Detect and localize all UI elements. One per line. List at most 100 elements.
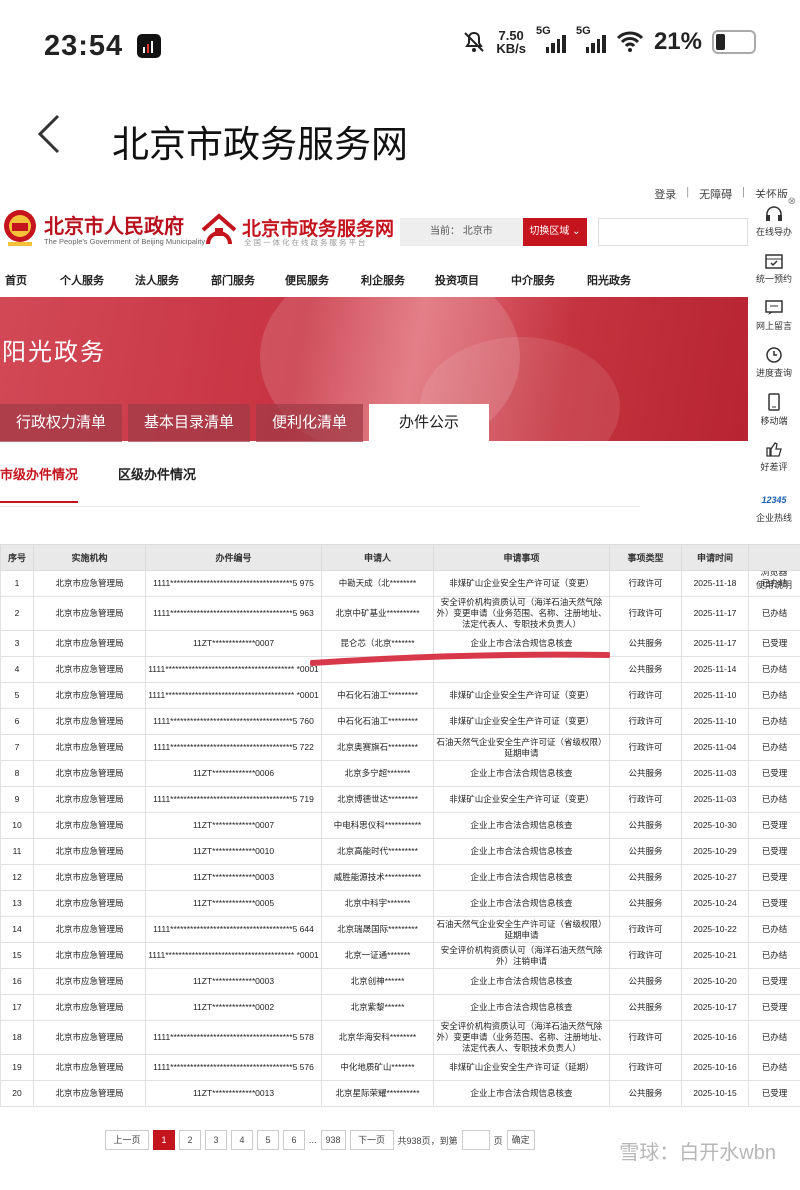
subtab-district-level[interactable]: 区级办件情况 xyxy=(118,464,196,503)
sidebar-message[interactable]: 网上留言 xyxy=(748,292,800,339)
sidebar-mobile[interactable]: 移动端 xyxy=(748,386,800,433)
table-row[interactable]: 20 北京市应急管理局 11ZT*************0013 北京星际荣耀***… xyxy=(0,1080,800,1107)
sidebar-appointment[interactable]: 统一预约 xyxy=(748,245,800,292)
cell-agency: 北京市应急管理局 xyxy=(33,630,146,657)
cell-date: 2025-10-30 xyxy=(681,812,749,839)
nav-legal-person[interactable]: 法人服务 xyxy=(135,266,211,296)
cell-index: 20 xyxy=(0,1080,34,1107)
signal-5g-2-icon: 5G xyxy=(576,25,606,53)
cell-case-no: 1111************************************… xyxy=(145,656,322,683)
col-matter: 申请事项 xyxy=(433,544,610,571)
table-row[interactable]: 1 北京市应急管理局 1111***************************… xyxy=(0,570,800,597)
switch-region-button[interactable]: 切换区域 ⌄ xyxy=(523,218,587,246)
cell-type: 公共服务 xyxy=(609,760,682,787)
page-4[interactable]: 4 xyxy=(231,1130,253,1150)
cell-status: 已受理 xyxy=(748,630,800,657)
gov-name[interactable]: 北京市人民政府 xyxy=(44,210,184,239)
nav-sunshine-gov[interactable]: 阳光政务 xyxy=(587,266,657,296)
cell-case-no: 1111************************************… xyxy=(145,734,322,761)
cell-matter: 安全评价机构资质认可（海洋石油天然气除外）注销申请 xyxy=(433,942,610,969)
nav-convenience[interactable]: 便民服务 xyxy=(285,266,361,296)
tab-admin-power[interactable]: 行政权力清单 xyxy=(0,404,123,442)
table-row[interactable]: 15 北京市应急管理局 1111**************************… xyxy=(0,942,800,969)
table-row[interactable]: 7 北京市应急管理局 1111***************************… xyxy=(0,734,800,761)
close-icon[interactable]: ⊗ xyxy=(788,196,796,207)
page-1[interactable]: 1 xyxy=(153,1130,175,1150)
cell-date: 2025-11-14 xyxy=(681,656,749,683)
nav-intermediary[interactable]: 中介服务 xyxy=(511,266,587,296)
table-row[interactable]: 18 北京市应急管理局 1111**************************… xyxy=(0,1020,800,1055)
cell-case-no: 1111************************************… xyxy=(145,682,322,709)
sidebar-rating[interactable]: 好差评 xyxy=(748,433,800,480)
clock: 23:54 xyxy=(44,30,124,62)
page-jump-input[interactable] xyxy=(461,1130,490,1150)
network-speed: 7.50 KB/s xyxy=(496,28,526,56)
subtab-city-level[interactable]: 市级办件情况 xyxy=(0,464,79,503)
cell-status: 已办结 xyxy=(748,682,800,709)
nav-enterprise[interactable]: 利企服务 xyxy=(361,266,435,296)
tab-convenience-list[interactable]: 便利化清单 xyxy=(256,404,364,442)
table-row[interactable]: 19 北京市应急管理局 1111**************************… xyxy=(0,1054,800,1081)
table-row[interactable]: 16 北京市应急管理局 11ZT*************0003 北京创神*****… xyxy=(0,968,800,995)
gov-name-en: The People's Government of Beijing Munic… xyxy=(44,237,206,246)
sidebar-progress[interactable]: 进度查询 xyxy=(748,339,800,386)
table-row[interactable]: 5 北京市应急管理局 1111***************************… xyxy=(0,682,800,709)
login-link[interactable]: 登录 xyxy=(654,186,676,202)
cell-index: 4 xyxy=(0,656,34,683)
nav-investment[interactable]: 投资项目 xyxy=(435,266,511,296)
battery-icon xyxy=(712,30,756,54)
sub-tabs: 市级办件情况 区级办件情况 xyxy=(0,464,196,503)
cell-applicant: 中石化石油工********* xyxy=(321,708,434,735)
cell-index: 19 xyxy=(0,1054,34,1081)
confirm-button[interactable]: 确定 xyxy=(506,1130,535,1150)
table-row[interactable]: 13 北京市应急管理局 11ZT*************0005 北京中科宇****… xyxy=(0,890,800,917)
cell-date: 2025-11-17 xyxy=(681,596,749,631)
nav-department[interactable]: 部门服务 xyxy=(211,266,285,296)
pager-total: 共938页，到第 xyxy=(397,1135,458,1146)
table-row[interactable]: 11 北京市应急管理局 11ZT*************0010 北京高能时代***… xyxy=(0,838,800,865)
back-arrow-icon[interactable] xyxy=(34,112,64,167)
national-emblem-icon xyxy=(4,210,36,246)
table-row[interactable]: 9 北京市应急管理局 1111***************************… xyxy=(0,786,800,813)
case-table: 序号 实施机构 办件编号 申请人 申请事项 事项类型 申请时间 1 北京市应急管理… xyxy=(0,544,800,1107)
cell-applicant: 中化地质矿山******* xyxy=(321,1054,434,1081)
tab-case-publicity[interactable]: 办件公示 xyxy=(369,404,490,442)
table-row[interactable]: 8 北京市应急管理局 11ZT*************0006 北京多宁超*****… xyxy=(0,760,800,787)
table-row[interactable]: 17 北京市应急管理局 11ZT*************0002 北京紫黎*****… xyxy=(0,994,800,1021)
search-input[interactable] xyxy=(598,218,748,246)
cell-date: 2025-11-03 xyxy=(681,760,749,787)
nav-home[interactable]: 首页 xyxy=(5,266,60,296)
page-5[interactable]: 5 xyxy=(257,1130,279,1150)
page-3[interactable]: 3 xyxy=(205,1130,227,1150)
table-row[interactable]: 12 北京市应急管理局 11ZT*************0003 威胜能源技术***… xyxy=(0,864,800,891)
nav-personal[interactable]: 个人服务 xyxy=(60,266,135,296)
cell-date: 2025-10-15 xyxy=(681,1080,749,1107)
cell-agency: 北京市应急管理局 xyxy=(33,864,146,891)
table-row[interactable]: 2 北京市应急管理局 1111***************************… xyxy=(0,596,800,631)
accessibility-link[interactable]: 无障碍 xyxy=(699,186,732,202)
col-case-no: 办件编号 xyxy=(145,544,322,571)
cell-matter: 非煤矿山企业安全生产许可证（变更） xyxy=(433,570,610,597)
table-row[interactable]: 10 北京市应急管理局 11ZT*************0007 中电科思仪科***… xyxy=(0,812,800,839)
cell-applicant: 北京中矿基业********** xyxy=(321,596,434,631)
cell-applicant: 中勘天成（北******** xyxy=(321,570,434,597)
cell-applicant: 北京星际荣耀********** xyxy=(321,1080,434,1107)
cell-index: 12 xyxy=(0,864,34,891)
tab-basic-catalog[interactable]: 基本目录清单 xyxy=(128,404,251,442)
cell-type: 行政许可 xyxy=(609,682,682,709)
cell-date: 2025-10-22 xyxy=(681,916,749,943)
table-row[interactable]: 14 北京市应急管理局 1111**************************… xyxy=(0,916,800,943)
page-last[interactable]: 938 xyxy=(320,1130,346,1150)
cell-type: 公共服务 xyxy=(609,994,682,1021)
next-page-button[interactable]: 下一页 xyxy=(349,1130,394,1150)
cell-case-no: 11ZT*************0013 xyxy=(145,1080,322,1107)
page-2[interactable]: 2 xyxy=(179,1130,201,1150)
prev-page-button[interactable]: 上一页 xyxy=(105,1130,149,1150)
page-6[interactable]: 6 xyxy=(283,1130,305,1150)
cell-type: 公共服务 xyxy=(609,968,682,995)
table-header-row: 序号 实施机构 办件编号 申请人 申请事项 事项类型 申请时间 xyxy=(0,544,800,571)
table-row[interactable]: 6 北京市应急管理局 1111***************************… xyxy=(0,708,800,735)
sidebar-hotline[interactable]: 12345 企业热线 xyxy=(748,480,800,538)
cell-applicant: 北京瑞晟国际********* xyxy=(321,916,434,943)
cell-status: 已办结 xyxy=(748,596,800,631)
